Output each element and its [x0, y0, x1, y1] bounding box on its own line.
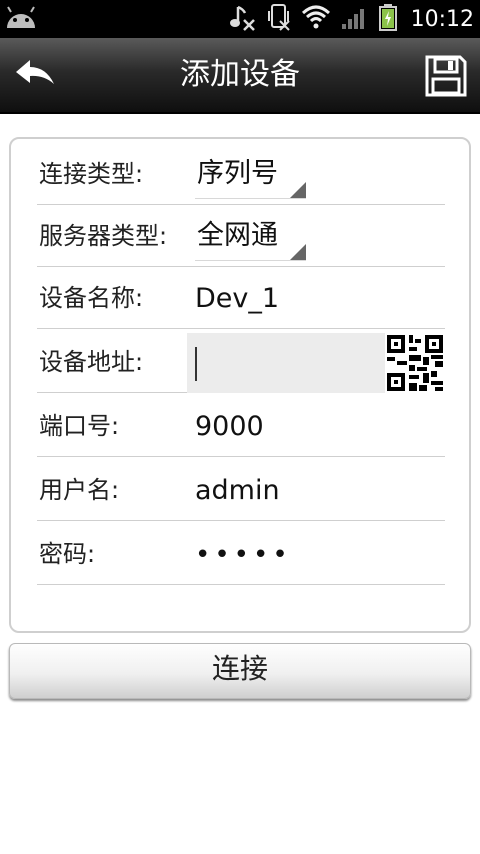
port-row: 端口号: 9000 — [37, 395, 445, 457]
wifi-icon — [301, 4, 331, 34]
dropdown-arrow-icon — [290, 182, 306, 198]
vibrate-icon — [267, 3, 291, 35]
connection-type-label: 连接类型: — [39, 160, 144, 188]
text-cursor — [195, 347, 197, 381]
music-off-icon — [229, 3, 257, 35]
battery-charging-icon — [378, 3, 397, 35]
password-input[interactable]: ••••• — [195, 523, 292, 585]
qr-code-icon — [385, 333, 445, 393]
status-bar: 10:12 — [0, 0, 480, 38]
port-label: 端口号: — [39, 412, 120, 440]
status-time: 10:12 — [410, 6, 474, 32]
page-title: 添加设备 — [180, 57, 300, 92]
device-name-label: 设备名称: — [39, 284, 144, 312]
connection-type-row: 连接类型: 序列号 — [37, 143, 445, 205]
qr-scan-button[interactable] — [385, 333, 445, 393]
device-address-input[interactable] — [187, 333, 445, 393]
connection-type-select[interactable]: 序列号 — [195, 151, 306, 199]
connect-button[interactable]: 连接 — [9, 643, 471, 699]
device-name-input[interactable]: Dev_1 — [195, 267, 279, 329]
title-bar: 添加设备 — [0, 38, 480, 114]
dropdown-arrow-icon — [290, 244, 306, 260]
save-icon — [425, 55, 467, 97]
device-address-label: 设备地址: — [39, 348, 144, 376]
password-label: 密码: — [39, 540, 96, 568]
server-type-select[interactable]: 全网通 — [195, 213, 306, 261]
device-form: 连接类型: 序列号 服务器类型: 全网通 设备名称: Dev_1 设备地址: 端… — [9, 137, 471, 633]
password-row: 密码: ••••• — [37, 523, 445, 585]
device-name-row: 设备名称: Dev_1 — [37, 267, 445, 329]
save-button[interactable] — [424, 54, 468, 98]
username-input[interactable]: admin — [195, 459, 280, 521]
username-row: 用户名: admin — [37, 459, 445, 521]
port-input[interactable]: 9000 — [195, 395, 264, 457]
server-type-row: 服务器类型: 全网通 — [37, 205, 445, 267]
android-icon — [4, 6, 38, 36]
username-label: 用户名: — [39, 476, 120, 504]
device-address-row: 设备地址: — [37, 331, 445, 393]
server-type-label: 服务器类型: — [39, 222, 168, 250]
signal-icon — [341, 4, 369, 34]
